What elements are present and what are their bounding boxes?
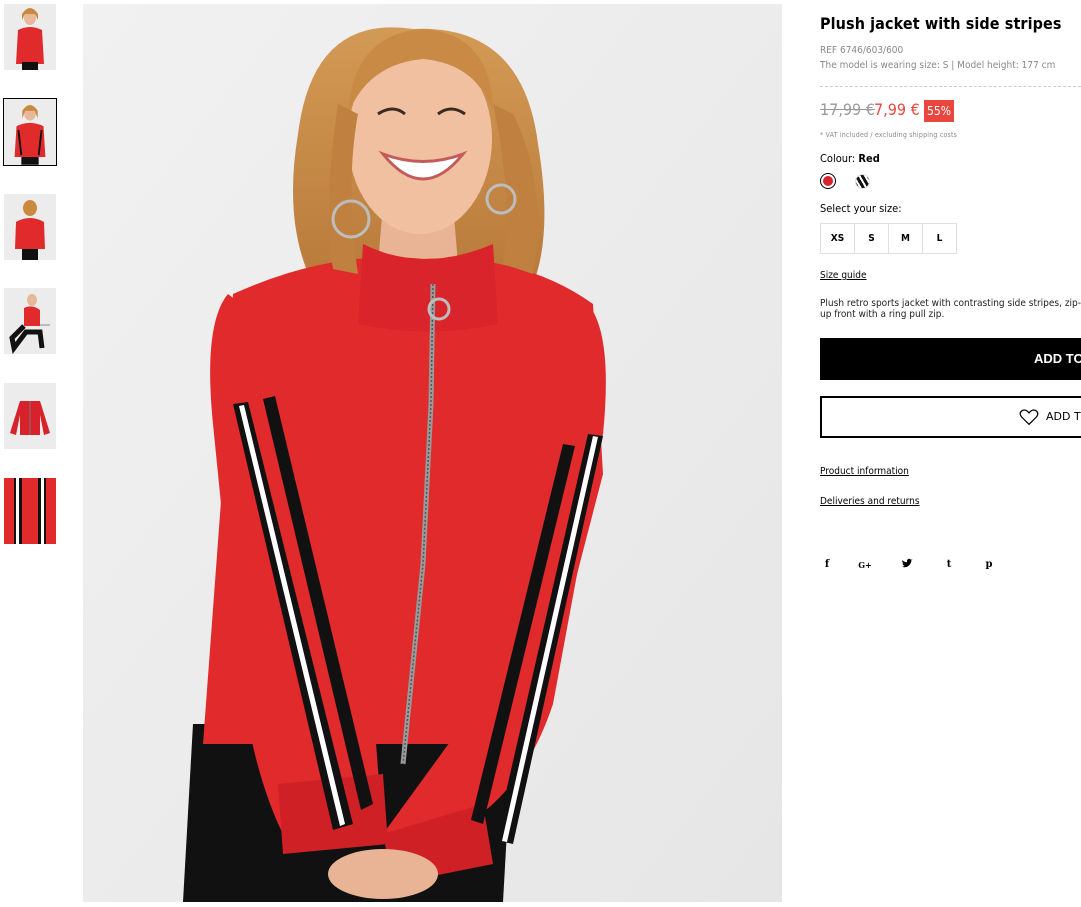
old-price: 17,99 € bbox=[820, 100, 875, 119]
product-title: Plush jacket with side stripes bbox=[820, 14, 1062, 33]
deliveries-returns-link[interactable]: Deliveries and returns bbox=[820, 496, 920, 507]
product-info-panel: Plush jacket with side stripes REF 6746/… bbox=[820, 0, 1081, 907]
thumbnail-5[interactable] bbox=[4, 383, 56, 449]
twitter-icon[interactable] bbox=[900, 558, 914, 572]
colour-label: Colour: Red bbox=[820, 152, 880, 165]
thumbnail-4[interactable] bbox=[4, 288, 56, 354]
size-m[interactable]: M bbox=[888, 223, 923, 254]
add-to-cart-label: ADD TO bbox=[1034, 351, 1081, 366]
size-guide-link[interactable]: Size guide bbox=[820, 270, 867, 281]
size-s[interactable]: S bbox=[854, 223, 889, 254]
size-l[interactable]: L bbox=[922, 223, 957, 254]
thumbnail-2[interactable] bbox=[3, 98, 57, 166]
facebook-icon[interactable]: f bbox=[820, 558, 834, 572]
product-ref: REF 6746/603/600 bbox=[820, 45, 904, 56]
size-selector: XS S M L bbox=[820, 223, 957, 254]
add-to-wishlist-label: ADD TO bbox=[1046, 410, 1081, 423]
colour-value: Red bbox=[858, 152, 880, 165]
colour-label-text: Colour: bbox=[820, 152, 856, 165]
colour-swatch-red[interactable] bbox=[820, 173, 836, 189]
discount-badge: 55% bbox=[924, 100, 954, 122]
thumbnail-6[interactable] bbox=[4, 478, 56, 544]
colour-swatch-black-white[interactable] bbox=[855, 174, 870, 189]
model-info: The model is wearing size: S | Model hei… bbox=[820, 60, 1056, 71]
heart-icon bbox=[1019, 409, 1039, 426]
pinterest-icon[interactable]: p bbox=[982, 558, 996, 572]
tumblr-icon[interactable]: t bbox=[942, 558, 956, 572]
size-label: Select your size: bbox=[820, 202, 902, 215]
thumbnail-1[interactable] bbox=[4, 4, 56, 70]
google-plus-icon[interactable]: G+ bbox=[858, 558, 872, 572]
product-main-image[interactable] bbox=[83, 4, 782, 902]
divider bbox=[820, 86, 1081, 87]
vat-note: * VAT included / excluding shipping cost… bbox=[820, 131, 958, 139]
add-to-cart-button[interactable]: ADD TO bbox=[820, 338, 1081, 380]
product-description: Plush retro sports jacket with contrasti… bbox=[820, 298, 1081, 320]
size-xs[interactable]: XS bbox=[820, 223, 855, 254]
thumbnail-3[interactable] bbox=[4, 194, 56, 260]
add-to-wishlist-button[interactable]: ADD TO bbox=[820, 396, 1081, 438]
product-information-link[interactable]: Product information bbox=[820, 466, 909, 477]
sale-price: 7,99 € bbox=[874, 100, 920, 119]
